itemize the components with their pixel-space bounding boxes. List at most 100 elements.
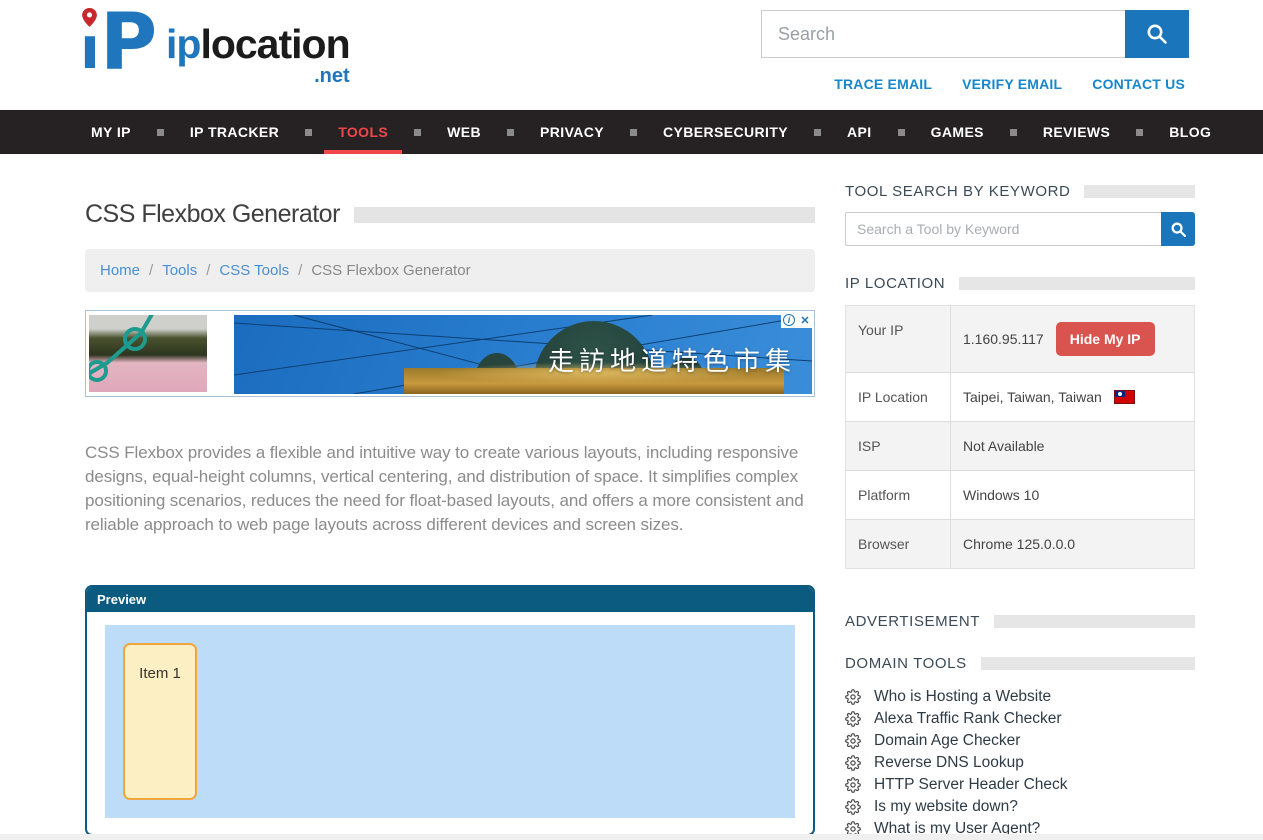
nav-item-ip-tracker[interactable]: IP TRACKER bbox=[184, 110, 285, 154]
row-value: 1.160.95.117 Hide My IP bbox=[951, 306, 1194, 372]
flexbox-canvas: Item 1 bbox=[105, 625, 795, 818]
row-label: Your IP bbox=[846, 306, 951, 372]
tool-search-heading: TOOL SEARCH BY KEYWORD bbox=[845, 183, 1070, 200]
domain-tool-reverse-dns[interactable]: Reverse DNS Lookup bbox=[845, 752, 1195, 774]
main-navigation: MY IP IP TRACKER TOOLS WEB PRIVACY CYBER… bbox=[0, 110, 1263, 154]
site-logo[interactable]: ı P iplocation .net bbox=[78, 6, 350, 86]
domain-tools-heading-row: DOMAIN TOOLS bbox=[845, 655, 1195, 672]
gear-icon bbox=[845, 733, 861, 749]
domain-tool-label: Alexa Traffic Rank Checker bbox=[874, 710, 1062, 728]
nav-separator bbox=[814, 129, 821, 136]
nav-separator bbox=[414, 129, 421, 136]
ad-thumb-graph-overlay bbox=[89, 315, 207, 392]
page-title-row: CSS Flexbox Generator bbox=[85, 200, 815, 229]
nav-item-blog[interactable]: BLOG bbox=[1163, 110, 1217, 154]
hide-my-ip-button[interactable]: Hide My IP bbox=[1056, 322, 1155, 356]
nav-item-reviews[interactable]: REVIEWS bbox=[1037, 110, 1116, 154]
preview-panel-body: Item 1 bbox=[87, 612, 813, 834]
gear-icon bbox=[845, 777, 861, 793]
breadcrumb-css-tools[interactable]: CSS Tools bbox=[219, 262, 289, 279]
nav-item-api[interactable]: API bbox=[841, 110, 878, 154]
breadcrumb-separator: / bbox=[298, 262, 302, 279]
nav-item-privacy[interactable]: PRIVACY bbox=[534, 110, 610, 154]
breadcrumb-separator: / bbox=[206, 262, 210, 279]
header-search-form bbox=[761, 10, 1189, 58]
logo-letter-p: P bbox=[100, 0, 157, 88]
table-row-isp: ISP Not Available bbox=[846, 422, 1194, 471]
domain-tool-label: Domain Age Checker bbox=[874, 732, 1020, 750]
domain-tool-alexa-rank[interactable]: Alexa Traffic Rank Checker bbox=[845, 708, 1195, 730]
heading-decor-bar bbox=[994, 615, 1195, 628]
table-row-your-ip: Your IP 1.160.95.117 Hide My IP bbox=[846, 306, 1194, 373]
nav-separator bbox=[1136, 129, 1143, 136]
advertisement-heading-row: ADVERTISEMENT bbox=[845, 613, 1195, 630]
advertisement-banner[interactable]: 走訪地道特色市集 i ✕ bbox=[85, 310, 815, 397]
header-search-button[interactable] bbox=[1125, 10, 1189, 58]
platform-value: Windows 10 bbox=[963, 487, 1039, 503]
logo-wordmark: iplocation .net bbox=[166, 24, 350, 65]
domain-tool-who-is-hosting[interactable]: Who is Hosting a Website bbox=[845, 686, 1195, 708]
nav-item-web[interactable]: WEB bbox=[441, 110, 487, 154]
table-row-ip-location: IP Location Taipei, Taiwan, Taiwan bbox=[846, 373, 1194, 422]
advertisement-heading: ADVERTISEMENT bbox=[845, 613, 980, 630]
ad-control-icons: i ✕ bbox=[781, 312, 813, 328]
ad-info-icon[interactable]: i bbox=[781, 312, 797, 328]
domain-tool-label: Who is Hosting a Website bbox=[874, 688, 1051, 706]
ad-close-icon[interactable]: ✕ bbox=[797, 312, 813, 328]
search-icon bbox=[1170, 221, 1187, 238]
header-links: TRACE EMAIL VERIFY EMAIL CONTACT US bbox=[834, 76, 1185, 92]
isp-value: Not Available bbox=[963, 438, 1044, 454]
logo-text-ip: ip bbox=[166, 21, 200, 67]
domain-tool-domain-age[interactable]: Domain Age Checker bbox=[845, 730, 1195, 752]
trace-email-link[interactable]: TRACE EMAIL bbox=[834, 76, 932, 92]
ad-thumbnail-image bbox=[89, 315, 207, 392]
tool-search-input[interactable] bbox=[845, 212, 1161, 246]
gear-icon bbox=[845, 689, 861, 705]
nav-item-tools[interactable]: TOOLS bbox=[332, 110, 394, 154]
sidebar: TOOL SEARCH BY KEYWORD IP LOCATION Your … bbox=[845, 154, 1195, 840]
header-search-input[interactable] bbox=[761, 10, 1125, 58]
title-decor-bar bbox=[354, 207, 815, 223]
gear-icon bbox=[845, 799, 861, 815]
ip-location-heading: IP LOCATION bbox=[845, 275, 945, 292]
tool-search-heading-row: TOOL SEARCH BY KEYWORD bbox=[845, 183, 1195, 200]
breadcrumb-home[interactable]: Home bbox=[100, 262, 140, 279]
ip-address-value: 1.160.95.117 bbox=[963, 331, 1044, 347]
nav-item-my-ip[interactable]: MY IP bbox=[85, 110, 137, 154]
domain-tool-website-down[interactable]: Is my website down? bbox=[845, 796, 1195, 818]
verify-email-link[interactable]: VERIFY EMAIL bbox=[962, 76, 1062, 92]
domain-tools-list: Who is Hosting a Website Alexa Traffic R… bbox=[845, 686, 1195, 840]
table-row-browser: Browser Chrome 125.0.0.0 bbox=[846, 520, 1194, 568]
heading-decor-bar bbox=[959, 277, 1195, 290]
tool-description: CSS Flexbox provides a flexible and intu… bbox=[85, 441, 815, 537]
row-label: IP Location bbox=[846, 373, 951, 421]
flexbox-preview-panel: Preview Item 1 bbox=[85, 585, 815, 836]
taiwan-flag-icon bbox=[1114, 390, 1135, 404]
nav-item-cybersecurity[interactable]: CYBERSECURITY bbox=[657, 110, 794, 154]
domain-tools-heading: DOMAIN TOOLS bbox=[845, 655, 967, 672]
logo-mark-icon: ı P bbox=[78, 6, 166, 86]
flex-item-1[interactable]: Item 1 bbox=[123, 643, 197, 800]
contact-us-link[interactable]: CONTACT US bbox=[1092, 76, 1185, 92]
heading-decor-bar bbox=[1084, 185, 1195, 198]
ip-location-heading-row: IP LOCATION bbox=[845, 275, 1195, 292]
nav-item-games[interactable]: GAMES bbox=[925, 110, 990, 154]
gear-icon bbox=[845, 755, 861, 771]
domain-tool-label: Is my website down? bbox=[874, 798, 1018, 816]
site-header: ı P iplocation .net TRACE EMAIL VERIFY E… bbox=[0, 0, 1263, 110]
tool-search-button[interactable] bbox=[1161, 212, 1195, 246]
nav-separator bbox=[305, 129, 312, 136]
browser-value: Chrome 125.0.0.0 bbox=[963, 536, 1075, 552]
row-value: Windows 10 bbox=[951, 471, 1194, 519]
row-value: Taipei, Taiwan, Taiwan bbox=[951, 373, 1194, 421]
gear-icon bbox=[845, 711, 861, 727]
nav-separator bbox=[898, 129, 905, 136]
ip-location-table: Your IP 1.160.95.117 Hide My IP IP Locat… bbox=[845, 305, 1195, 569]
domain-tool-http-header[interactable]: HTTP Server Header Check bbox=[845, 774, 1195, 796]
ip-location-value: Taipei, Taiwan, Taiwan bbox=[963, 389, 1102, 405]
nav-separator bbox=[1010, 129, 1017, 136]
page-bottom-strip bbox=[0, 834, 1263, 840]
breadcrumb-tools[interactable]: Tools bbox=[162, 262, 197, 279]
row-label: ISP bbox=[846, 422, 951, 470]
tool-search-form bbox=[845, 212, 1195, 246]
